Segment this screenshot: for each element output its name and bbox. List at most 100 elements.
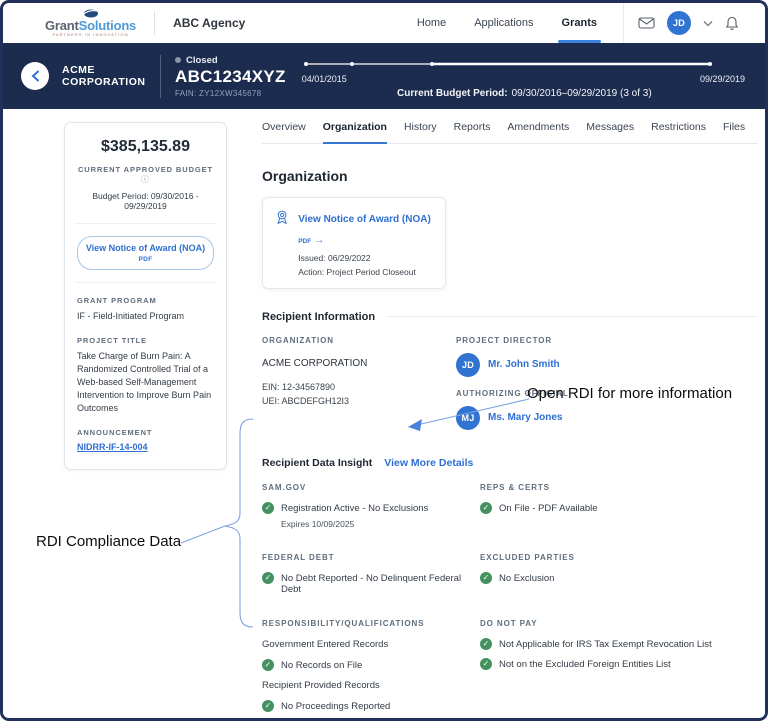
- current-budget-period: Current Budget Period:09/30/2016–09/29/2…: [302, 88, 747, 99]
- status-label: Closed: [186, 55, 218, 66]
- project-director-label: PROJECT DIRECTOR: [456, 336, 758, 345]
- nav-link-applications[interactable]: Applications: [474, 17, 533, 29]
- authorizing-official-name[interactable]: Ms. Mary Jones: [488, 412, 562, 423]
- authorizing-official-avatar[interactable]: MJ: [456, 406, 480, 430]
- info-icon[interactable]: ⓘ: [141, 174, 150, 185]
- check-circle-icon: ✓: [262, 700, 274, 712]
- contacts-column: PROJECT DIRECTOR JD Mr. John Smith AUTHO…: [456, 336, 758, 430]
- noa-action: Action: Project Period Closeout: [298, 267, 433, 278]
- check-circle-icon: ✓: [480, 658, 492, 670]
- section-rule: [387, 316, 758, 317]
- project-title-label: PROJECT TITLE: [77, 336, 214, 345]
- rdi-group-federaldebt: FEDERAL DEBT ✓ No Debt Reported - No Del…: [262, 553, 480, 604]
- tab-files[interactable]: Files: [723, 121, 745, 143]
- primary-nav: Home Applications Grants: [417, 17, 597, 29]
- rdi-group-excludedparties: EXCLUDED PARTIES ✓ No Exclusion: [480, 553, 758, 604]
- recipient-info-heading: Recipient Information: [262, 311, 375, 323]
- grant-tabs: Overview Organization History Reports Am…: [262, 121, 758, 144]
- timeline-track: [302, 60, 716, 68]
- grantsolutions-logo[interactable]: GrantSolutions PARTNERS IN INNOVATION: [45, 9, 136, 37]
- tab-overview[interactable]: Overview: [262, 121, 306, 143]
- announcement-link[interactable]: NIDRR-IF-14-004: [77, 442, 148, 452]
- tab-organization[interactable]: Organization: [323, 121, 387, 144]
- rdi-status-text: No Exclusion: [499, 573, 554, 584]
- app-window: GrantSolutions PARTNERS IN INNOVATION AB…: [0, 0, 768, 721]
- grant-id-block: Closed ABC1234XYZ FAIN: ZY12XW345678: [160, 55, 286, 98]
- project-director-avatar[interactable]: JD: [456, 353, 480, 377]
- noa-card[interactable]: View Notice of Award (NOA) PDF→ Issued: …: [262, 197, 446, 289]
- rdi-status-text: Not on the Excluded Foreign Entities Lis…: [499, 659, 671, 670]
- mail-icon[interactable]: [638, 16, 655, 30]
- rdi-status-item: ✓ Not on the Excluded Foreign Entities L…: [480, 659, 758, 670]
- nav-link-home[interactable]: Home: [417, 17, 446, 29]
- chevron-left-icon: [31, 70, 40, 82]
- card-divider: [75, 282, 216, 283]
- card-divider: [75, 223, 216, 224]
- back-button[interactable]: [21, 62, 49, 90]
- rdi-grid: SAM.GOV ✓ Registration Active - No Exclu…: [262, 483, 758, 721]
- noa-issued: Issued: 06/29/2022: [298, 253, 433, 264]
- organization-label: ORGANIZATION: [262, 336, 456, 345]
- page-body: $385,135.89 CURRENT APPROVED BUDGET ⓘ Bu…: [3, 109, 765, 718]
- grant-program-value: IF - Field-Initiated Program: [77, 310, 214, 323]
- rdi-group-repscerts: REPS & CERTS ✓ On File - PDF Available: [480, 483, 758, 538]
- check-circle-icon: ✓: [262, 502, 274, 514]
- check-circle-icon: ✓: [480, 502, 492, 514]
- rdi-row-1: SAM.GOV ✓ Registration Active - No Exclu…: [262, 483, 758, 538]
- announcement-label: ANNOUNCEMENT: [77, 428, 214, 437]
- organization-ids: EIN: 12-34567890 UEI: ABCDEFGH12I3: [262, 381, 456, 409]
- excludedparties-label: EXCLUDED PARTIES: [480, 553, 758, 562]
- check-circle-icon: ✓: [480, 572, 492, 584]
- organization-column: ORGANIZATION ACME CORPORATION EIN: 12-34…: [262, 336, 456, 430]
- donotpay-label: DO NOT PAY: [480, 619, 758, 628]
- main-content: Overview Organization History Reports Am…: [262, 121, 758, 721]
- rdi-group-samgov: SAM.GOV ✓ Registration Active - No Exclu…: [262, 483, 480, 538]
- rdi-heading: Recipient Data Insight: [262, 457, 372, 469]
- fain-number: FAIN: ZY12XW345678: [175, 89, 286, 98]
- responsibility-label: RESPONSIBILITY/QUALIFICATIONS: [262, 619, 480, 628]
- rdi-group-responsibility: RESPONSIBILITY/QUALIFICATIONS Government…: [262, 619, 480, 721]
- budget-summary-card: $385,135.89 CURRENT APPROVED BUDGET ⓘ Bu…: [64, 122, 227, 470]
- rdi-status-text: No Debt Reported - No Delinquent Federal…: [281, 573, 480, 595]
- view-more-details-link[interactable]: View More Details: [384, 457, 473, 469]
- tab-reports[interactable]: Reports: [454, 121, 491, 143]
- rdi-status-item: ✓ Registration Active - No Exclusions: [262, 503, 480, 514]
- grant-header-bar: ACME CORPORATION Closed ABC1234XYZ FAIN:…: [3, 43, 765, 109]
- rdi-row-2: FEDERAL DEBT ✓ No Debt Reported - No Del…: [262, 553, 758, 604]
- samgov-label: SAM.GOV: [262, 483, 480, 492]
- project-title-value: Take Charge of Burn Pain: A Randomized C…: [77, 350, 214, 415]
- rdi-header: Recipient Data Insight View More Details: [262, 457, 758, 469]
- chevron-down-icon[interactable]: [703, 20, 713, 27]
- tab-restrictions[interactable]: Restrictions: [651, 121, 706, 143]
- budget-period-timeline: 04/01/2015 09/29/2019 Current Budget Per…: [302, 50, 747, 102]
- tab-messages[interactable]: Messages: [586, 121, 634, 143]
- view-noa-button[interactable]: View Notice of Award (NOA) PDF: [77, 236, 214, 270]
- nav-link-grants[interactable]: Grants: [562, 17, 597, 29]
- check-circle-icon: ✓: [262, 659, 274, 671]
- status-dot-icon: [175, 57, 181, 63]
- arrow-right-icon: →: [314, 235, 324, 246]
- approved-budget-amount: $385,135.89: [77, 138, 214, 156]
- tab-amendments[interactable]: Amendments: [507, 121, 569, 143]
- navbar-icons: JD: [638, 11, 739, 35]
- rdi-status-item: ✓ On File - PDF Available: [480, 503, 758, 514]
- rdi-group-donotpay: DO NOT PAY ✓ Not Applicable for IRS Tax …: [480, 619, 758, 721]
- timeline-start-date: 04/01/2015: [302, 74, 347, 84]
- rdi-status-item: ✓ No Proceedings Reported: [262, 701, 480, 712]
- bell-icon[interactable]: [725, 16, 739, 31]
- rdi-status-item: ✓ No Records on File: [262, 660, 480, 671]
- grant-program-label: GRANT PROGRAM: [77, 296, 214, 305]
- navbar-divider-2: [623, 3, 624, 43]
- rdi-row-3: RESPONSIBILITY/QUALIFICATIONS Government…: [262, 619, 758, 721]
- tab-history[interactable]: History: [404, 121, 437, 143]
- organization-name: ACME CORPORATION: [262, 358, 456, 369]
- top-navbar: GrantSolutions PARTNERS IN INNOVATION AB…: [3, 3, 765, 43]
- user-avatar[interactable]: JD: [667, 11, 691, 35]
- current-budget-period-label: Current Budget Period:: [397, 88, 508, 99]
- project-director-name[interactable]: Mr. John Smith: [488, 359, 560, 370]
- rdi-status-text: No Records on File: [281, 660, 362, 671]
- logo-tagline: PARTNERS IN INNOVATION: [52, 33, 128, 37]
- ein-value: EIN: 12-34567890: [262, 381, 456, 395]
- award-ribbon-icon: [275, 208, 289, 227]
- check-circle-icon: ✓: [480, 638, 492, 650]
